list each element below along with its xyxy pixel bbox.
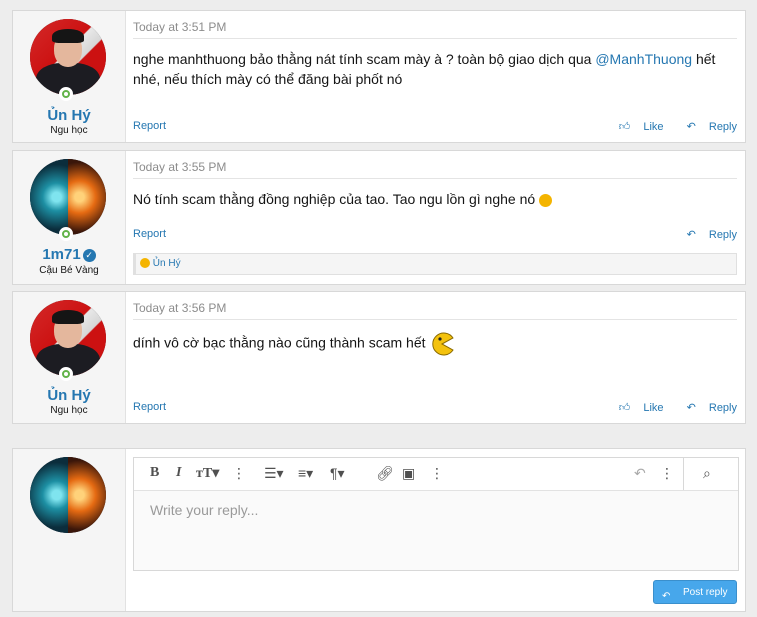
user-title: Ngu học bbox=[50, 125, 88, 136]
image-icon[interactable]: ▣ bbox=[402, 465, 415, 482]
reply-input[interactable]: Write your reply... bbox=[150, 502, 258, 518]
verified-badge-icon: ✓ bbox=[82, 249, 96, 262]
username[interactable]: Ủn Hý bbox=[13, 107, 125, 124]
post-timestamp[interactable]: Today at 3:55 PM bbox=[133, 160, 226, 174]
online-status-icon bbox=[59, 227, 73, 241]
laughing-emoji-icon bbox=[539, 193, 553, 207]
username[interactable]: Ủn Hý bbox=[13, 387, 125, 404]
italic-icon[interactable]: I bbox=[176, 465, 181, 481]
align-icon[interactable]: ≡▾ bbox=[298, 465, 313, 482]
report-link[interactable]: Report bbox=[133, 120, 166, 132]
avatar[interactable] bbox=[30, 19, 106, 95]
post-actions: 👍︎ Like ↶ Reply bbox=[599, 120, 737, 133]
list-icon[interactable]: ☰▾ bbox=[264, 465, 284, 482]
editor-toolbar: B I тT▾ ⋮ ☰▾ ≡▾ ¶▾ 🔗︎ ▣ ⋮ ↶ ⋮ ⌕ bbox=[134, 458, 738, 491]
reply-arrow-icon: ↶ bbox=[686, 229, 696, 241]
reply-arrow-icon: ↶ bbox=[662, 591, 671, 602]
paragraph-icon[interactable]: ¶▾ bbox=[330, 465, 345, 482]
link-icon[interactable]: 🔗︎ bbox=[376, 465, 394, 482]
preview-icon: ⌕ bbox=[703, 465, 711, 481]
post-message: Nó tính scam thằng đồng nghiệp của tao. … bbox=[133, 189, 737, 209]
pacman-emoji-icon bbox=[431, 332, 454, 356]
report-link[interactable]: Report bbox=[133, 228, 166, 240]
report-link[interactable]: Report bbox=[133, 401, 166, 413]
post-actions: ↶ Reply bbox=[667, 228, 737, 241]
username-text: 1m71 bbox=[42, 246, 81, 263]
divider bbox=[133, 178, 737, 179]
post: 1m71 ✓ Cậu Bé Vàng Today at 3:55 PM Nó tí… bbox=[12, 150, 746, 285]
more-options-icon[interactable]: ⋮ bbox=[430, 465, 444, 482]
reply-label: Reply bbox=[708, 402, 737, 414]
like-button[interactable]: 👍︎ Like bbox=[609, 402, 664, 414]
like-label: Like bbox=[643, 402, 664, 414]
user-info: 1m71 ✓ Cậu Bé Vàng bbox=[13, 151, 126, 284]
like-label: Like bbox=[643, 121, 664, 133]
reply-button[interactable]: ↶ Reply bbox=[677, 121, 737, 133]
message-text: Nó tính scam thằng đồng nghiệp của tao. … bbox=[133, 191, 536, 207]
avatar[interactable] bbox=[30, 159, 106, 235]
quick-reply: B I тT▾ ⋮ ☰▾ ≡▾ ¶▾ 🔗︎ ▣ ⋮ ↶ ⋮ ⌕ Write yo… bbox=[12, 448, 746, 612]
reaction-user[interactable]: Ủn Hý bbox=[153, 258, 181, 269]
message-text: nghe manhthuong bảo thằng nát tính scam … bbox=[133, 51, 596, 67]
thumbs-up-icon: 👍︎ bbox=[618, 121, 631, 133]
haha-reaction-icon bbox=[140, 258, 150, 269]
reply-arrow-icon: ↶ bbox=[686, 121, 696, 133]
post-message: dính vô cờ bạc thằng nào cũng thành scam… bbox=[133, 332, 737, 356]
post-actions: 👍︎ Like ↶ Reply bbox=[599, 401, 737, 414]
reply-label: Reply bbox=[708, 229, 737, 241]
preview-toggle[interactable]: ⌕ bbox=[683, 458, 738, 490]
reply-arrow-icon: ↶ bbox=[686, 402, 696, 414]
post: Ủn Hý Ngu học Today at 3:51 PM nghe manh… bbox=[12, 10, 746, 143]
text-size-icon[interactable]: тT▾ bbox=[196, 465, 219, 482]
reply-editor: B I тT▾ ⋮ ☰▾ ≡▾ ¶▾ 🔗︎ ▣ ⋮ ↶ ⋮ ⌕ Write yo… bbox=[133, 457, 739, 571]
avatar[interactable] bbox=[30, 457, 106, 533]
username[interactable]: 1m71 ✓ bbox=[13, 246, 125, 263]
online-status-icon bbox=[59, 87, 73, 101]
user-title: Ngu học bbox=[50, 405, 88, 416]
user-info: Ủn Hý Ngu học bbox=[13, 11, 126, 142]
more-options-icon[interactable]: ⋮ bbox=[232, 465, 246, 482]
post: Ủn Hý Ngu học Today at 3:56 PM dính vô c… bbox=[12, 291, 746, 424]
like-button[interactable]: 👍︎ Like bbox=[609, 121, 664, 133]
user-info: Ủn Hý Ngu học bbox=[13, 292, 126, 423]
user-title: Cậu Bé Vàng bbox=[39, 265, 99, 276]
post-timestamp[interactable]: Today at 3:51 PM bbox=[133, 20, 226, 34]
user-mention[interactable]: @ManhThuong bbox=[595, 51, 692, 67]
undo-icon[interactable]: ↶ bbox=[634, 465, 646, 482]
post-reply-label: Post reply bbox=[683, 587, 728, 598]
reply-label: Reply bbox=[708, 121, 737, 133]
more-options-icon[interactable]: ⋮ bbox=[660, 465, 674, 482]
message-text: dính vô cờ bạc thằng nào cũng thành scam… bbox=[133, 334, 426, 351]
post-message: nghe manhthuong bảo thằng nát tính scam … bbox=[133, 49, 737, 89]
post-reply-button[interactable]: ↶ Post reply bbox=[653, 580, 737, 604]
reply-button[interactable]: ↶ Reply bbox=[677, 402, 737, 414]
thumbs-up-icon: 👍︎ bbox=[618, 402, 631, 414]
reactions-bar[interactable]: Ủn Hý bbox=[133, 253, 737, 275]
avatar[interactable] bbox=[30, 300, 106, 376]
divider bbox=[133, 319, 737, 320]
online-status-icon bbox=[59, 367, 73, 381]
user-info bbox=[13, 449, 126, 611]
post-timestamp[interactable]: Today at 3:56 PM bbox=[133, 301, 226, 315]
divider bbox=[133, 38, 737, 39]
bold-icon[interactable]: B bbox=[150, 465, 159, 481]
reply-button[interactable]: ↶ Reply bbox=[677, 229, 737, 241]
